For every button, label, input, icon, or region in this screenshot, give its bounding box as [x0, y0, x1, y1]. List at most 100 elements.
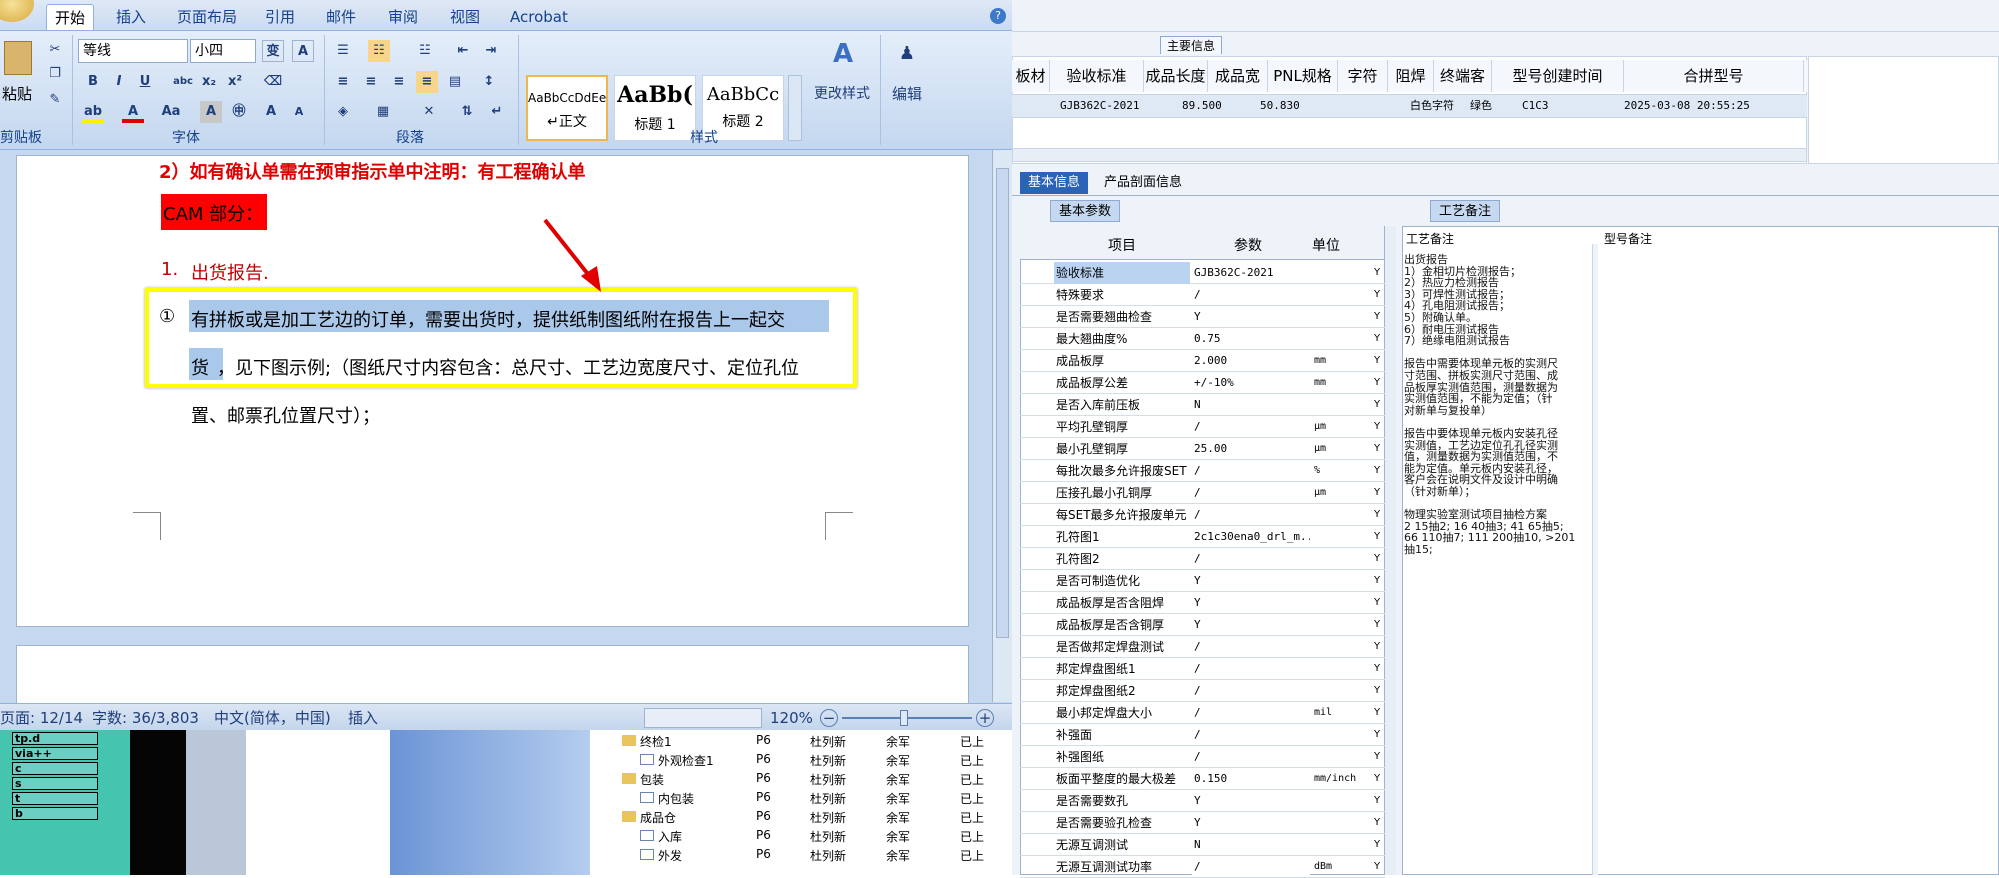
clear-format-icon[interactable]: ⌫: [262, 71, 284, 93]
shading-icon[interactable]: ◈: [332, 101, 354, 123]
italic-icon[interactable]: I: [108, 71, 130, 93]
layer-item[interactable]: b: [12, 807, 98, 820]
language-status[interactable]: 中文(简体，中国): [214, 704, 331, 730]
layer-item[interactable]: c: [12, 762, 98, 775]
param-value[interactable]: /: [1192, 548, 1310, 569]
param-row[interactable]: 是否需要验孔检查 Y Y: [1020, 812, 1385, 834]
column-header[interactable]: 合拼型号: [1624, 60, 1804, 92]
sort-icon[interactable]: ⇅: [456, 101, 478, 123]
phonetic-icon[interactable]: 变: [262, 40, 284, 62]
param-row[interactable]: 成品板厚是否含铜厚 Y Y: [1020, 614, 1385, 636]
param-row[interactable]: 压接孔最小孔铜厚 / μm Y: [1020, 482, 1385, 504]
notes-header-process[interactable]: 工艺备注: [1406, 230, 1454, 247]
param-row[interactable]: 是否可制造优化 Y Y: [1020, 570, 1385, 592]
tab-acrobat[interactable]: Acrobat: [502, 4, 576, 30]
column-header[interactable]: PNL规格: [1268, 60, 1338, 92]
decrease-indent-icon[interactable]: ⇤: [452, 40, 474, 62]
change-case-icon[interactable]: Aa: [160, 101, 182, 123]
column-header[interactable]: 板材: [1012, 60, 1050, 92]
param-value[interactable]: Y: [1192, 614, 1310, 635]
bold-icon[interactable]: B: [82, 71, 104, 93]
param-value[interactable]: /: [1192, 856, 1310, 877]
param-row[interactable]: 是否做邦定焊盘测试 / Y: [1020, 636, 1385, 658]
param-value[interactable]: N: [1192, 394, 1310, 415]
param-row[interactable]: 孔符图1 2c1c30ena0_drl_m... Y: [1020, 526, 1385, 548]
line-spacing-icon[interactable]: ↕: [478, 71, 500, 93]
param-row[interactable]: 补强图纸 / Y: [1020, 746, 1385, 768]
param-value[interactable]: /: [1192, 746, 1310, 767]
param-row[interactable]: 邦定焊盘图纸2 / Y: [1020, 680, 1385, 702]
param-value[interactable]: 2c1c30ena0_drl_m...: [1192, 526, 1310, 547]
char-shading-icon[interactable]: A: [200, 101, 222, 123]
tab-process-notes[interactable]: 工艺备注: [1430, 200, 1501, 222]
tree-item-label[interactable]: 内包装: [658, 790, 694, 807]
param-value[interactable]: 0.75: [1192, 328, 1310, 349]
bullets-icon[interactable]: ☰: [332, 40, 354, 62]
param-row[interactable]: 验收标准 GJB362C-2021 Y: [1020, 262, 1385, 284]
param-value[interactable]: Y: [1192, 570, 1310, 591]
change-styles-button[interactable]: 更改样式: [814, 83, 870, 103]
layer-item[interactable]: t: [12, 792, 98, 805]
tab-basic-params[interactable]: 基本参数: [1050, 200, 1121, 222]
column-header[interactable]: 验收标准: [1050, 60, 1144, 92]
justify-icon[interactable]: ≡: [416, 71, 438, 93]
styles-scroll[interactable]: [788, 75, 802, 141]
tab-review[interactable]: 审阅: [380, 4, 426, 30]
param-value[interactable]: /: [1192, 702, 1310, 723]
tree-item-label[interactable]: 终检1: [640, 733, 672, 750]
align-center-icon[interactable]: ≡: [360, 71, 382, 93]
param-value[interactable]: N: [1192, 834, 1310, 855]
word-count[interactable]: 字数: 36/3,803: [92, 704, 199, 730]
document-page[interactable]: 2）如有确认单需在预审指示单中注明：有工程确认单 CAM 部分： 1. 出货报告…: [16, 155, 969, 627]
param-row[interactable]: 无源互调测试 N Y: [1020, 834, 1385, 856]
tab-insert[interactable]: 插入: [108, 4, 154, 30]
align-left-icon[interactable]: ≡: [332, 71, 354, 93]
tree-item-label[interactable]: 入库: [658, 828, 682, 845]
numbering-icon[interactable]: ☷: [368, 40, 390, 62]
paste-button-label[interactable]: 粘贴: [2, 83, 32, 104]
show-marks-icon[interactable]: ↵: [486, 101, 508, 123]
layer-item[interactable]: via++: [12, 747, 98, 760]
tab-basic-info[interactable]: 基本信息: [1020, 172, 1089, 194]
param-row[interactable]: 成品板厚公差 +/-10% mm Y: [1020, 372, 1385, 394]
param-row[interactable]: 是否需要翘曲检查 Y Y: [1020, 306, 1385, 328]
param-value[interactable]: 2.000: [1192, 350, 1310, 371]
param-row[interactable]: 平均孔壁铜厚 / μm Y: [1020, 416, 1385, 438]
scroll-thumb[interactable]: [996, 168, 1009, 638]
param-row[interactable]: 最小孔壁铜厚 25.00 μm Y: [1020, 438, 1385, 460]
layer-item[interactable]: s: [12, 777, 98, 790]
zoom-in-icon[interactable]: +: [976, 709, 994, 727]
vertical-scrollbar[interactable]: [992, 150, 1012, 702]
strikethrough-icon[interactable]: abc: [172, 71, 194, 93]
param-row[interactable]: 成品板厚 2.000 mm Y: [1020, 350, 1385, 372]
param-value[interactable]: /: [1192, 636, 1310, 657]
param-header-value[interactable]: 参数: [1234, 235, 1262, 255]
param-value[interactable]: /: [1192, 504, 1310, 525]
font-name-select[interactable]: 等线: [78, 39, 188, 63]
param-row[interactable]: 最大翘曲度% 0.75 Y: [1020, 328, 1385, 350]
param-value[interactable]: /: [1192, 482, 1310, 503]
param-value[interactable]: /: [1192, 284, 1310, 305]
tab-section-info[interactable]: 产品剖面信息: [1096, 172, 1190, 194]
shrink-font-icon[interactable]: A: [288, 101, 310, 123]
char-border-icon[interactable]: A: [292, 40, 314, 62]
grow-font-icon[interactable]: A: [260, 101, 282, 123]
param-value[interactable]: 0.150: [1192, 768, 1310, 789]
distribute-icon[interactable]: ▤: [444, 71, 466, 93]
layer-item[interactable]: tp.d: [12, 732, 98, 745]
find-icon[interactable]: ♟: [896, 43, 918, 65]
font-size-select[interactable]: 小四: [190, 39, 256, 63]
zoom-out-icon[interactable]: −: [820, 709, 838, 727]
underline-icon[interactable]: U: [134, 71, 156, 93]
param-row[interactable]: 最小邦定焊盘大小 / mil Y: [1020, 702, 1385, 724]
param-value[interactable]: /: [1192, 416, 1310, 437]
chinese-layout-icon[interactable]: ✕: [418, 101, 440, 123]
style-heading-1[interactable]: AaBb( 标题 1: [614, 75, 696, 141]
column-header[interactable]: 型号创建时间: [1492, 60, 1624, 92]
edit-button[interactable]: 编辑: [892, 83, 922, 104]
zoom-slider-thumb[interactable]: [900, 710, 908, 726]
notes-header-model[interactable]: 型号备注: [1604, 230, 1652, 247]
param-row[interactable]: 板面平整度的最大极差 0.150 mm/inch Y: [1020, 768, 1385, 790]
param-vscrollbar[interactable]: [1384, 226, 1396, 875]
column-header[interactable]: 字符: [1338, 60, 1388, 92]
